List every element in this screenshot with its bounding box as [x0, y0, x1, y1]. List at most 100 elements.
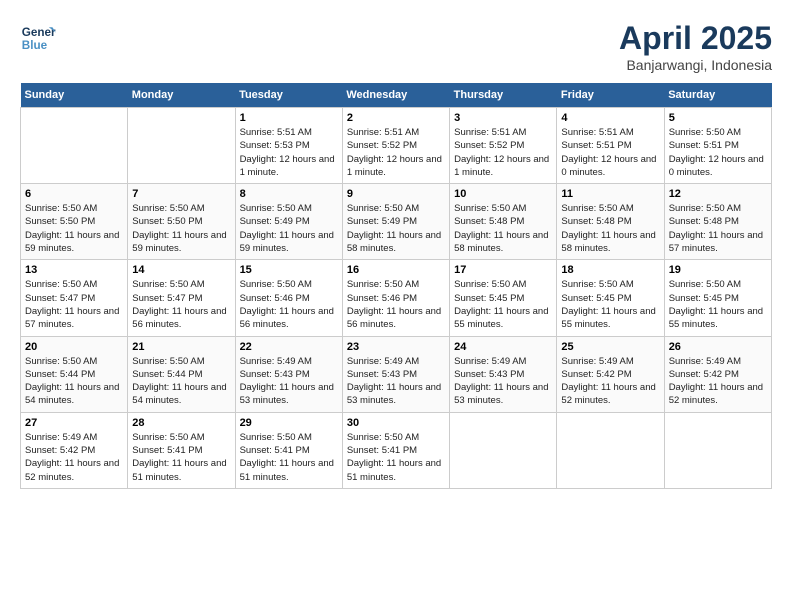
day-number: 22 [240, 341, 338, 353]
calendar-cell [450, 412, 557, 488]
calendar-cell: 14 Sunrise: 5:50 AMSunset: 5:47 PMDayligh… [128, 260, 235, 336]
day-info: Sunrise: 5:51 AMSunset: 5:52 PMDaylight:… [454, 126, 552, 179]
day-number: 19 [669, 264, 767, 276]
calendar-cell: 9Sunrise: 5:50 AMSunset: 5:49 PMDaylight… [342, 184, 449, 260]
calendar-cell: 20 Sunrise: 5:50 AMSunset: 5:44 PMDayligh… [21, 336, 128, 412]
calendar-cell: 4 Sunrise: 5:51 AMSunset: 5:51 PMDaylight… [557, 108, 664, 184]
location-subtitle: Banjarwangi, Indonesia [619, 57, 772, 73]
calendar-cell: 15Sunrise: 5:50 AMSunset: 5:46 PMDayligh… [235, 260, 342, 336]
month-title: April 2025 [619, 20, 772, 57]
calendar-cell: 5 Sunrise: 5:50 AMSunset: 5:51 PMDaylight… [664, 108, 771, 184]
day-info: Sunrise: 5:50 AMSunset: 5:49 PMDaylight:… [240, 202, 338, 255]
weekday-header-wednesday: Wednesday [342, 83, 449, 108]
day-number: 5 [669, 112, 767, 124]
day-info: Sunrise: 5:50 AMSunset: 5:46 PMDaylight:… [240, 278, 338, 331]
calendar-cell: 23 Sunrise: 5:49 AMSunset: 5:43 PMDayligh… [342, 336, 449, 412]
weekday-header-monday: Monday [128, 83, 235, 108]
logo-icon: General Blue [20, 20, 56, 56]
title-area: April 2025 Banjarwangi, Indonesia [619, 20, 772, 73]
day-number: 1 [240, 112, 338, 124]
calendar-cell: 26Sunrise: 5:49 AMSunset: 5:42 PMDayligh… [664, 336, 771, 412]
weekday-header-row: SundayMondayTuesdayWednesdayThursdayFrid… [21, 83, 772, 108]
day-info: Sunrise: 5:49 AMSunset: 5:42 PMDaylight:… [561, 355, 659, 408]
calendar-cell: 28 Sunrise: 5:50 AMSunset: 5:41 PMDayligh… [128, 412, 235, 488]
page-header: General Blue April 2025 Banjarwangi, Ind… [20, 20, 772, 73]
calendar-cell [21, 108, 128, 184]
day-number: 25 [561, 341, 659, 353]
weekday-header-saturday: Saturday [664, 83, 771, 108]
calendar-cell: 13Sunrise: 5:50 AMSunset: 5:47 PMDayligh… [21, 260, 128, 336]
day-info: Sunrise: 5:50 AMSunset: 5:48 PMDaylight:… [561, 202, 659, 255]
day-number: 3 [454, 112, 552, 124]
day-info: Sunrise: 5:50 AMSunset: 5:48 PMDaylight:… [669, 202, 767, 255]
day-info: Sunrise: 5:50 AMSunset: 5:45 PMDaylight:… [561, 278, 659, 331]
calendar-cell: 24 Sunrise: 5:49 AMSunset: 5:43 PMDayligh… [450, 336, 557, 412]
weekday-header-thursday: Thursday [450, 83, 557, 108]
calendar-week-3: 13Sunrise: 5:50 AMSunset: 5:47 PMDayligh… [21, 260, 772, 336]
calendar-cell: 10Sunrise: 5:50 AMSunset: 5:48 PMDayligh… [450, 184, 557, 260]
day-info: Sunrise: 5:49 AMSunset: 5:42 PMDaylight:… [25, 431, 123, 484]
calendar-week-2: 6 Sunrise: 5:50 AMSunset: 5:50 PMDaylight… [21, 184, 772, 260]
day-number: 20 [25, 341, 123, 353]
day-info: Sunrise: 5:50 AMSunset: 5:47 PMDaylight:… [25, 278, 123, 331]
calendar-week-1: 1 Sunrise: 5:51 AMSunset: 5:53 PMDaylight… [21, 108, 772, 184]
calendar-cell [557, 412, 664, 488]
day-info: Sunrise: 5:51 AMSunset: 5:53 PMDaylight:… [240, 126, 338, 179]
day-info: Sunrise: 5:50 AMSunset: 5:47 PMDaylight:… [132, 278, 230, 331]
svg-text:Blue: Blue [22, 39, 48, 52]
day-info: Sunrise: 5:50 AMSunset: 5:45 PMDaylight:… [454, 278, 552, 331]
day-info: Sunrise: 5:50 AMSunset: 5:46 PMDaylight:… [347, 278, 445, 331]
day-info: Sunrise: 5:51 AMSunset: 5:52 PMDaylight:… [347, 126, 445, 179]
weekday-header-sunday: Sunday [21, 83, 128, 108]
day-number: 14 [132, 264, 230, 276]
day-number: 26 [669, 341, 767, 353]
calendar-cell: 30Sunrise: 5:50 AMSunset: 5:41 PMDayligh… [342, 412, 449, 488]
day-info: Sunrise: 5:50 AMSunset: 5:50 PMDaylight:… [132, 202, 230, 255]
day-info: Sunrise: 5:50 AMSunset: 5:41 PMDaylight:… [347, 431, 445, 484]
calendar-cell: 3 Sunrise: 5:51 AMSunset: 5:52 PMDaylight… [450, 108, 557, 184]
calendar-cell: 27Sunrise: 5:49 AMSunset: 5:42 PMDayligh… [21, 412, 128, 488]
day-number: 21 [132, 341, 230, 353]
day-info: Sunrise: 5:50 AMSunset: 5:44 PMDaylight:… [25, 355, 123, 408]
day-info: Sunrise: 5:50 AMSunset: 5:41 PMDaylight:… [132, 431, 230, 484]
calendar-cell: 21Sunrise: 5:50 AMSunset: 5:44 PMDayligh… [128, 336, 235, 412]
day-number: 6 [25, 188, 123, 200]
calendar-cell: 12 Sunrise: 5:50 AMSunset: 5:48 PMDayligh… [664, 184, 771, 260]
day-number: 28 [132, 417, 230, 429]
day-number: 24 [454, 341, 552, 353]
day-number: 23 [347, 341, 445, 353]
calendar-cell: 18Sunrise: 5:50 AMSunset: 5:45 PMDayligh… [557, 260, 664, 336]
calendar-week-4: 20 Sunrise: 5:50 AMSunset: 5:44 PMDayligh… [21, 336, 772, 412]
calendar-cell: 6 Sunrise: 5:50 AMSunset: 5:50 PMDaylight… [21, 184, 128, 260]
calendar-week-5: 27Sunrise: 5:49 AMSunset: 5:42 PMDayligh… [21, 412, 772, 488]
calendar-cell: 16Sunrise: 5:50 AMSunset: 5:46 PMDayligh… [342, 260, 449, 336]
calendar-cell: 7 Sunrise: 5:50 AMSunset: 5:50 PMDaylight… [128, 184, 235, 260]
day-info: Sunrise: 5:50 AMSunset: 5:50 PMDaylight:… [25, 202, 123, 255]
day-info: Sunrise: 5:50 AMSunset: 5:41 PMDaylight:… [240, 431, 338, 484]
day-number: 2 [347, 112, 445, 124]
calendar-cell: 2 Sunrise: 5:51 AMSunset: 5:52 PMDaylight… [342, 108, 449, 184]
calendar-cell: 1 Sunrise: 5:51 AMSunset: 5:53 PMDaylight… [235, 108, 342, 184]
calendar-cell: 22 Sunrise: 5:49 AMSunset: 5:43 PMDayligh… [235, 336, 342, 412]
day-number: 4 [561, 112, 659, 124]
calendar-cell [664, 412, 771, 488]
day-info: Sunrise: 5:49 AMSunset: 5:43 PMDaylight:… [347, 355, 445, 408]
calendar-cell: 19Sunrise: 5:50 AMSunset: 5:45 PMDayligh… [664, 260, 771, 336]
day-number: 29 [240, 417, 338, 429]
day-info: Sunrise: 5:50 AMSunset: 5:48 PMDaylight:… [454, 202, 552, 255]
calendar-cell [128, 108, 235, 184]
day-number: 9 [347, 188, 445, 200]
weekday-header-friday: Friday [557, 83, 664, 108]
calendar-cell: 11 Sunrise: 5:50 AMSunset: 5:48 PMDayligh… [557, 184, 664, 260]
day-number: 7 [132, 188, 230, 200]
day-number: 12 [669, 188, 767, 200]
calendar-cell: 8 Sunrise: 5:50 AMSunset: 5:49 PMDaylight… [235, 184, 342, 260]
day-info: Sunrise: 5:50 AMSunset: 5:51 PMDaylight:… [669, 126, 767, 179]
day-number: 17 [454, 264, 552, 276]
day-info: Sunrise: 5:49 AMSunset: 5:43 PMDaylight:… [454, 355, 552, 408]
day-number: 8 [240, 188, 338, 200]
day-info: Sunrise: 5:49 AMSunset: 5:43 PMDaylight:… [240, 355, 338, 408]
day-info: Sunrise: 5:51 AMSunset: 5:51 PMDaylight:… [561, 126, 659, 179]
calendar-cell: 25 Sunrise: 5:49 AMSunset: 5:42 PMDayligh… [557, 336, 664, 412]
day-number: 11 [561, 188, 659, 200]
